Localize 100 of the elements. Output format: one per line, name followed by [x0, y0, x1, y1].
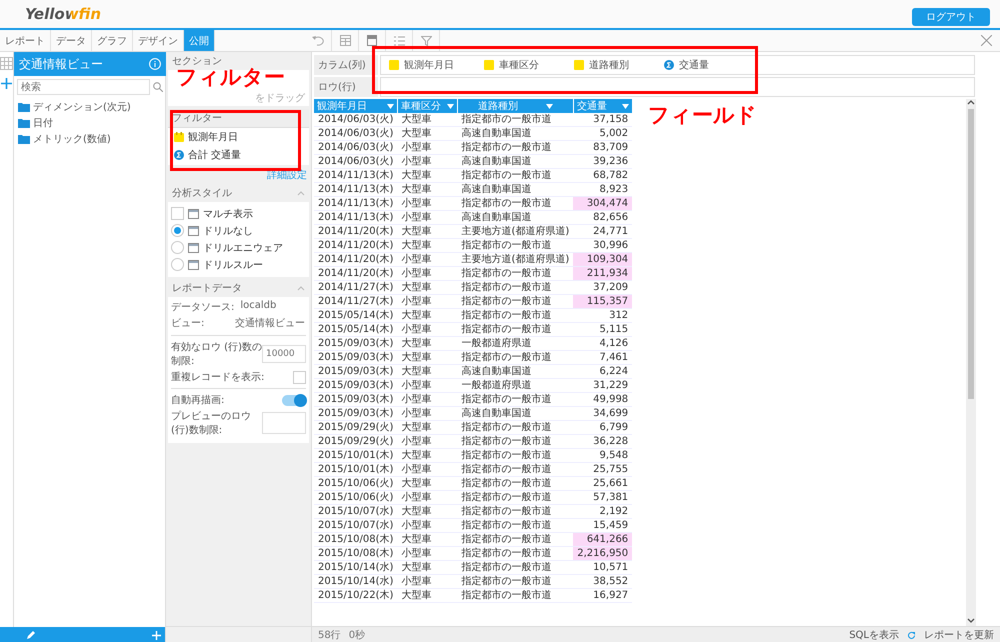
- table-cell: 大型車: [397, 224, 458, 238]
- pencil-icon[interactable]: [26, 630, 36, 640]
- collapse-icon[interactable]: [297, 190, 305, 196]
- table-cell: 大型車: [397, 350, 458, 364]
- layout-icon: [188, 260, 199, 270]
- table-cell: 312: [573, 308, 632, 322]
- table-cell: 10,571: [573, 560, 632, 574]
- tab[interactable]: データ: [51, 30, 92, 51]
- filter-item[interactable]: 観測年月日: [188, 130, 238, 144]
- table-cell: 指定都市の一般市道: [457, 490, 574, 504]
- field-label: ビュー:: [171, 317, 206, 330]
- table-cell: 2014/11/13(木): [314, 196, 398, 210]
- input-field[interactable]: [262, 412, 306, 434]
- option-label: ドリルスルー: [203, 258, 263, 272]
- table-cell: 大型車: [397, 588, 458, 602]
- field-chip[interactable]: 道路種別: [589, 58, 629, 72]
- calendar-icon: [174, 132, 184, 142]
- table-cell: 4,126: [573, 336, 632, 350]
- folder-label[interactable]: ディメンション(次元): [33, 100, 131, 114]
- zone-label: ロウ(行): [318, 81, 356, 94]
- radio-button[interactable]: [171, 224, 184, 237]
- table-cell: 2015/10/14(水): [314, 560, 398, 574]
- table-cell: 大型車: [397, 280, 458, 294]
- table-cell: 34,699: [573, 406, 632, 420]
- tab[interactable]: レポート: [0, 30, 51, 51]
- scroll-down-icon[interactable]: [967, 618, 975, 624]
- caret-icon[interactable]: [546, 104, 553, 108]
- field-chip[interactable]: 交通量: [679, 58, 709, 72]
- grid-icon[interactable]: [0, 57, 13, 70]
- radio-button[interactable]: [171, 258, 184, 271]
- column-drop-zone[interactable]: 観測年月日 車種区分 道路種別 交通量: [380, 55, 975, 75]
- field-chip[interactable]: 車種区分: [499, 58, 539, 72]
- table-cell: 57,381: [573, 490, 632, 504]
- table-cell: 大型車: [397, 560, 458, 574]
- refresh-link[interactable]: レポートを更新: [924, 628, 994, 642]
- toggle-switch[interactable]: [282, 394, 306, 406]
- table-cell: 指定都市の一般市道: [457, 113, 574, 126]
- scroll-up-icon[interactable]: [967, 99, 975, 105]
- list-icon[interactable]: [394, 36, 404, 46]
- refresh-icon[interactable]: [907, 630, 916, 640]
- table-cell: 115,357: [573, 294, 632, 308]
- table-cell: 指定都市の一般市道: [457, 392, 574, 406]
- table-cell: 指定都市の一般市道: [457, 504, 574, 518]
- table-cell: 指定都市の一般市道: [457, 140, 574, 154]
- document-icon[interactable]: [367, 35, 377, 46]
- field-chip[interactable]: 観測年月日: [404, 58, 454, 72]
- search-icon[interactable]: [153, 82, 163, 92]
- view-title: 交通情報ビュー: [19, 56, 103, 72]
- caret-icon[interactable]: [622, 104, 629, 108]
- sql-link[interactable]: SQLを表示: [849, 628, 899, 642]
- table-cell: 2014/06/03(火): [314, 140, 398, 154]
- table-cell: 109,304: [573, 252, 632, 266]
- plus-icon[interactable]: [1, 78, 12, 89]
- filter-icon[interactable]: [420, 36, 432, 46]
- table-cell: 2015/09/03(木): [314, 350, 398, 364]
- collapse-icon[interactable]: [297, 286, 305, 290]
- table-cell: 2015/10/08(木): [314, 532, 398, 546]
- section-title: 分析スタイル: [172, 186, 232, 200]
- table-cell: 大型車: [397, 336, 458, 350]
- caret-icon[interactable]: [386, 104, 394, 108]
- table-cell: 大型車: [397, 532, 458, 546]
- folder-label[interactable]: 日付: [33, 116, 53, 130]
- filter-title: フィルター: [172, 113, 222, 124]
- table-cell: 小型車: [397, 266, 458, 280]
- table-cell: 大型車: [397, 113, 458, 126]
- close-icon[interactable]: [981, 35, 992, 46]
- checkbox[interactable]: [293, 370, 306, 384]
- table-cell: 高速自動車国道: [457, 210, 574, 224]
- field-value: localdb: [240, 300, 276, 313]
- table-cell: 25,661: [573, 476, 632, 490]
- table-cell: 25,755: [573, 462, 632, 476]
- table-cell: 高速自動車国道: [457, 154, 574, 168]
- scrollbar[interactable]: [966, 99, 976, 626]
- table-cell: 24,771: [573, 224, 632, 238]
- row-drop-zone[interactable]: [380, 77, 975, 97]
- dimension-icon: [484, 60, 494, 70]
- tab[interactable]: グラフ: [92, 30, 133, 51]
- table-icon[interactable]: [340, 35, 350, 46]
- table-cell: 高速自動車国道: [457, 406, 574, 420]
- table-cell: 2015/09/29(火): [314, 434, 398, 448]
- table-cell: 2014/11/27(木): [314, 280, 398, 294]
- table-cell: 大型車: [397, 182, 458, 196]
- info-icon[interactable]: [149, 58, 161, 70]
- table-cell: 2015/10/07(水): [314, 504, 398, 518]
- checkbox[interactable]: [171, 207, 184, 220]
- option-label: マルチ表示: [203, 208, 253, 220]
- radio-button[interactable]: [171, 241, 184, 254]
- table-cell: 大型車: [397, 448, 458, 462]
- table-cell: 2014/11/20(木): [314, 224, 398, 238]
- table-cell: 2015/10/06(火): [314, 490, 398, 504]
- filter-item[interactable]: 合計 交通量: [188, 148, 242, 162]
- folder-label[interactable]: メトリック(数値): [33, 132, 111, 146]
- search-field[interactable]: 検索: [17, 79, 150, 95]
- input-field[interactable]: 10000: [262, 345, 306, 363]
- table-cell: 小型車: [397, 294, 458, 308]
- table-cell: 2015/10/01(木): [314, 448, 398, 462]
- caret-icon[interactable]: [446, 104, 454, 108]
- undo-icon[interactable]: [312, 36, 324, 46]
- table-cell: 小型車: [397, 434, 458, 448]
- table-cell: 小型車: [397, 378, 458, 392]
